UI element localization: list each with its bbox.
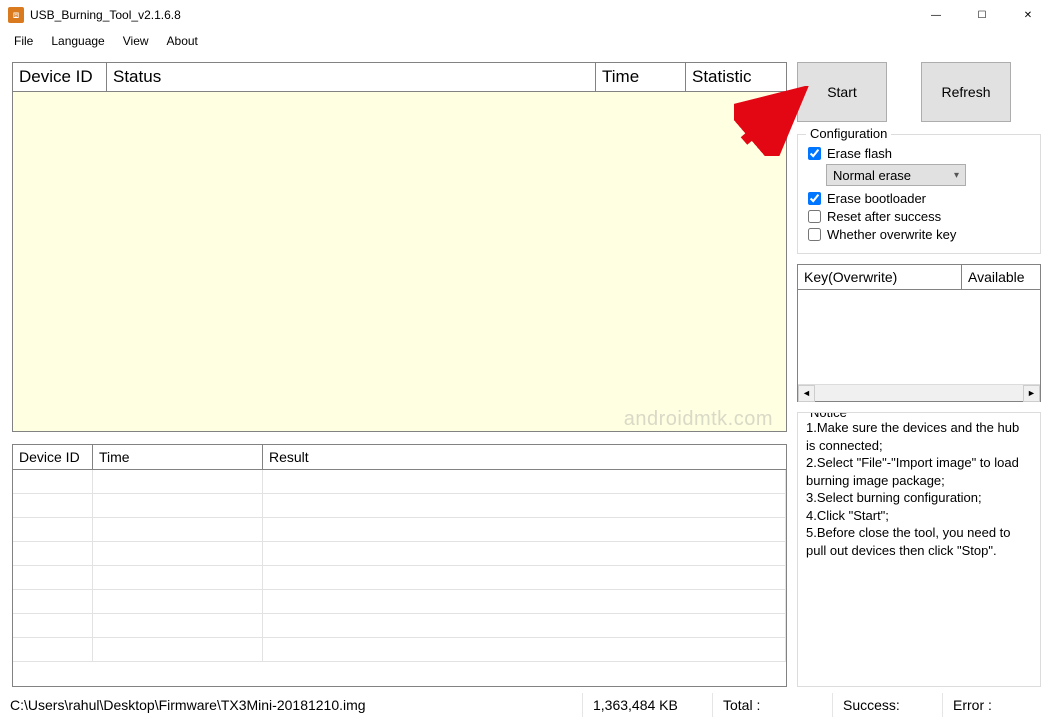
table-row: [13, 614, 786, 638]
notice-legend: Notice: [806, 412, 851, 422]
erase-bootloader-checkbox[interactable]: [808, 192, 821, 205]
col-time[interactable]: Time: [596, 63, 686, 92]
key-overwrite-table: Key(Overwrite) Available ◄ ►: [797, 264, 1041, 402]
menu-view[interactable]: View: [115, 32, 157, 50]
notice-group: Notice 1.Make sure the devices and the h…: [797, 412, 1041, 687]
table-row: [13, 518, 786, 542]
chevron-down-icon: ▾: [954, 170, 959, 181]
reset-after-success-checkbox[interactable]: [808, 210, 821, 223]
status-path: C:\Users\rahul\Desktop\Firmware\TX3Mini-…: [0, 693, 583, 717]
table-row: [13, 638, 786, 662]
table-row: [13, 566, 786, 590]
overwrite-key-label: Whether overwrite key: [827, 227, 956, 242]
key-table-body: [798, 290, 1040, 384]
col-statistic[interactable]: Statistic: [686, 63, 786, 92]
erase-flash-checkbox[interactable]: [808, 147, 821, 160]
result-table: Device ID Time Result: [12, 444, 787, 687]
configuration-legend: Configuration: [806, 126, 891, 141]
status-success: Success:: [833, 693, 943, 717]
titlebar: USB_Burning_Tool_v2.1.6.8 — ☐ ✕: [0, 0, 1053, 30]
menu-language[interactable]: Language: [43, 32, 112, 50]
scroll-left-icon[interactable]: ◄: [798, 385, 815, 402]
rcol-time[interactable]: Time: [93, 445, 263, 470]
kcol-available[interactable]: Available: [962, 265, 1040, 290]
status-size: 1,363,484 KB: [583, 693, 713, 717]
menubar: File Language View About: [0, 30, 1053, 52]
notice-line: 4.Click "Start";: [806, 507, 1032, 525]
start-button[interactable]: Start: [797, 62, 887, 122]
window-controls: — ☐ ✕: [913, 0, 1051, 30]
menu-about[interactable]: About: [159, 32, 206, 50]
maximize-button[interactable]: ☐: [959, 0, 1005, 30]
refresh-button[interactable]: Refresh: [921, 62, 1011, 122]
scroll-right-icon[interactable]: ►: [1023, 385, 1040, 402]
status-total: Total :: [713, 693, 833, 717]
kcol-key[interactable]: Key(Overwrite): [798, 265, 962, 290]
app-icon: [8, 7, 24, 23]
table-row: [13, 542, 786, 566]
rcol-device-id[interactable]: Device ID: [13, 445, 93, 470]
notice-line: 1.Make sure the devices and the hub is c…: [806, 419, 1032, 454]
col-status[interactable]: Status: [107, 63, 596, 92]
device-status-table: Device ID Status Time Statistic: [12, 62, 787, 432]
horizontal-scrollbar[interactable]: ◄ ►: [798, 384, 1040, 401]
table-row: [13, 470, 786, 494]
notice-line: 2.Select "File"-"Import image" to load b…: [806, 454, 1032, 489]
menu-file[interactable]: File: [6, 32, 41, 50]
close-button[interactable]: ✕: [1005, 0, 1051, 30]
notice-line: 5.Before close the tool, you need to pul…: [806, 524, 1032, 559]
erase-flash-label: Erase flash: [827, 146, 892, 161]
erase-mode-value: Normal erase: [833, 168, 911, 183]
table-row: [13, 494, 786, 518]
reset-after-success-label: Reset after success: [827, 209, 941, 224]
configuration-group: Configuration Erase flash Normal erase ▾…: [797, 134, 1041, 254]
rcol-result[interactable]: Result: [263, 445, 786, 470]
col-device-id[interactable]: Device ID: [13, 63, 107, 92]
result-body: [13, 470, 786, 686]
window-title: USB_Burning_Tool_v2.1.6.8: [30, 8, 181, 22]
minimize-button[interactable]: —: [913, 0, 959, 30]
notice-line: 3.Select burning configuration;: [806, 489, 1032, 507]
status-error: Error :: [943, 693, 1053, 717]
table-row: [13, 590, 786, 614]
statusbar: C:\Users\rahul\Desktop\Firmware\TX3Mini-…: [0, 693, 1053, 717]
overwrite-key-checkbox[interactable]: [808, 228, 821, 241]
device-status-body: [13, 92, 786, 431]
erase-bootloader-label: Erase bootloader: [827, 191, 926, 206]
erase-mode-select[interactable]: Normal erase ▾: [826, 164, 966, 186]
